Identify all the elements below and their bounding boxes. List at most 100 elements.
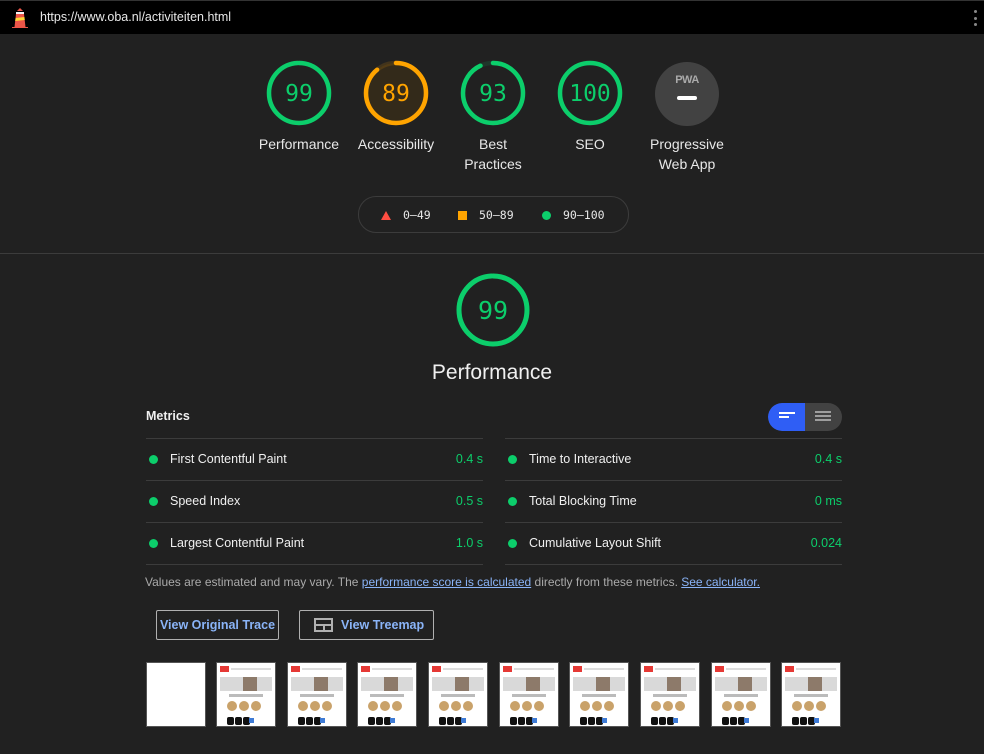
hero-photo-thumb (808, 677, 822, 691)
hero-photo-thumb (384, 677, 398, 691)
image-row-thumb (647, 701, 693, 715)
metric-row: Cumulative Layout Shift 0.024 (505, 522, 842, 564)
image-row-thumb (223, 701, 269, 715)
circle-icon (542, 210, 551, 220)
gauge-label: SEO (575, 136, 605, 152)
pass-dot-icon (149, 455, 158, 464)
hero-photo-thumb (667, 677, 681, 691)
note-middle: directly from these metrics. (531, 575, 682, 589)
site-logo-thumb (715, 666, 724, 672)
view-treemap-label: View Treemap (341, 618, 425, 632)
triangle-icon (381, 210, 391, 220)
filmstrip-frame (569, 662, 629, 727)
text-line-thumb (794, 694, 828, 697)
text-line-thumb (300, 694, 334, 697)
image-row-thumb (788, 701, 834, 715)
filmstrip-frame (640, 662, 700, 727)
nav-thumb (655, 668, 695, 670)
pwa-badge-icon: PWA (655, 62, 719, 126)
image-row-thumb (364, 701, 410, 715)
toggle-expanded-view[interactable] (805, 403, 842, 431)
pass-dot-icon (149, 497, 158, 506)
compact-list-icon (779, 412, 795, 422)
blue-mark-thumb (461, 718, 466, 723)
kebab-menu-icon[interactable] (972, 10, 978, 26)
metric-name: Total Blocking Time (529, 494, 637, 508)
image-row-thumb (435, 701, 481, 715)
gauge-label: Best Practices (448, 134, 538, 174)
metrics-view-toggle[interactable] (768, 403, 842, 431)
feet-thumb (506, 717, 552, 725)
view-original-trace-button[interactable]: View Original Trace (156, 610, 279, 640)
site-logo-thumb (361, 666, 370, 672)
site-logo-thumb (573, 666, 582, 672)
blue-mark-thumb (814, 718, 819, 723)
nav-thumb (726, 668, 766, 670)
report-url[interactable]: https://www.oba.nl/activiteiten.html (40, 10, 231, 24)
toggle-summary-view[interactable] (768, 403, 805, 431)
gauge-seo[interactable]: 100 SEO (545, 60, 635, 154)
metric-name: First Contentful Paint (170, 452, 287, 466)
treemap-icon (314, 618, 333, 632)
view-treemap-button[interactable]: View Treemap (299, 610, 434, 640)
metric-row: Largest Contentful Paint 1.0 s (146, 522, 483, 564)
text-line-thumb (370, 694, 404, 697)
gauge-performance[interactable]: 99 Performance (254, 60, 344, 154)
text-line-thumb (441, 694, 475, 697)
blue-mark-thumb (532, 718, 537, 723)
pwa-badge-text: PWA (675, 74, 699, 86)
metric-name: Largest Contentful Paint (170, 536, 305, 550)
pwa-label-line2: Web App (658, 156, 716, 172)
nav-thumb (584, 668, 624, 670)
image-row-thumb (294, 701, 340, 715)
performance-gauge: 99 (456, 273, 530, 347)
filmstrip-frame (711, 662, 771, 727)
gauge-accessibility[interactable]: 89 Accessibility (351, 60, 441, 154)
site-logo-thumb (644, 666, 653, 672)
site-logo-thumb (291, 666, 300, 672)
hero-photo-thumb (596, 677, 610, 691)
gauge-score: 100 (569, 81, 611, 107)
metrics-heading: Metrics (146, 409, 190, 423)
text-line-thumb (512, 694, 546, 697)
pass-dot-icon (508, 455, 517, 464)
filmstrip-frame (146, 662, 206, 727)
blue-mark-thumb (320, 718, 325, 723)
score-scale-legend: 0–49 50–89 90–100 (358, 196, 629, 233)
performance-score: 99 (478, 296, 508, 325)
filmstrip-frame (499, 662, 559, 727)
nav-thumb (514, 668, 554, 670)
metrics-divider (146, 564, 483, 565)
pass-dot-icon (149, 539, 158, 548)
metric-value: 0 ms (814, 494, 842, 508)
score-calculated-link[interactable]: performance score is calculated (362, 575, 531, 589)
gauge-score: 99 (285, 81, 313, 107)
gauge-pwa[interactable]: PWA Progressive Web App (642, 62, 732, 174)
feet-thumb (576, 717, 622, 725)
legend-pass: 90–100 (542, 208, 605, 222)
metric-value: 0.024 (810, 536, 842, 550)
feet-thumb (788, 717, 834, 725)
blue-mark-thumb (673, 718, 678, 723)
score-gauge-ring: 93 (460, 60, 526, 126)
metrics-divider (505, 564, 842, 565)
gauge-label: Progressive Web App (642, 134, 732, 174)
metrics-right-column: Time to Interactive 0.4 s Total Blocking… (505, 438, 842, 564)
site-logo-thumb (220, 666, 229, 672)
gauge-score: 89 (382, 81, 410, 107)
metric-row: Total Blocking Time 0 ms (505, 480, 842, 522)
hero-photo-thumb (455, 677, 469, 691)
see-calculator-link[interactable]: See calculator. (681, 575, 760, 589)
performance-title: Performance (431, 361, 553, 384)
metric-row: Time to Interactive 0.4 s (505, 438, 842, 480)
metric-row: First Contentful Paint 0.4 s (146, 438, 483, 480)
feet-thumb (647, 717, 693, 725)
filmstrip-frame (357, 662, 417, 727)
feet-thumb (435, 717, 481, 725)
text-line-thumb (582, 694, 616, 697)
legend-pass-label: 90–100 (563, 208, 605, 222)
gauge-best-practices[interactable]: 93 Best Practices (448, 60, 538, 174)
filmstrip-frame (428, 662, 488, 727)
image-row-thumb (718, 701, 764, 715)
pwa-label-line1: Progressive (650, 136, 724, 152)
